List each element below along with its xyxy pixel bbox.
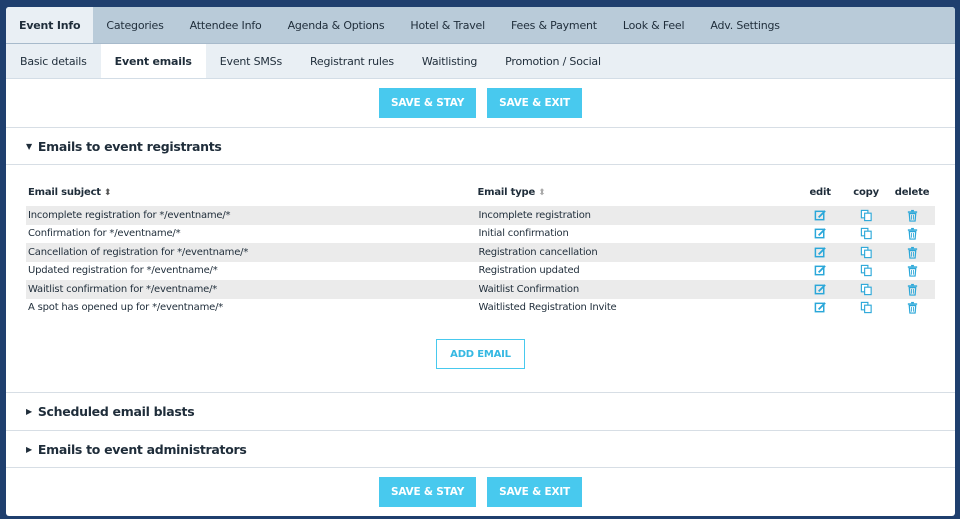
edit-icon[interactable] bbox=[797, 246, 843, 259]
section-blasts-title: Scheduled email blasts bbox=[37, 404, 195, 419]
table-header: Email subject ⬍ Email type ⬍ edit copy del… bbox=[26, 183, 935, 201]
subtab-waitlisting[interactable]: Waitlisting bbox=[408, 44, 491, 78]
tab-categories[interactable]: Categories bbox=[93, 7, 176, 43]
tab-fees-payment[interactable]: Fees & Payment bbox=[498, 7, 610, 43]
cell-email-subject: A spot has opened up for */eventname/* bbox=[28, 302, 224, 314]
tab-agenda-options[interactable]: Agenda & Options bbox=[275, 7, 398, 43]
header-delete: delete bbox=[894, 186, 930, 198]
sort-icon: ⬍ bbox=[538, 187, 546, 198]
caret-down-icon: ▼ bbox=[26, 141, 32, 151]
caret-right-icon: ▶ bbox=[26, 444, 32, 454]
save-exit-button[interactable]: SAVE & EXIT bbox=[487, 477, 583, 507]
tab-hotel-travel[interactable]: Hotel & Travel bbox=[397, 7, 498, 43]
cell-email-type: Registration updated bbox=[478, 265, 580, 277]
table-row: Cancellation of registration for */event… bbox=[26, 243, 935, 262]
subtab-event-emails[interactable]: Event emails bbox=[100, 44, 206, 78]
bottom-button-row: SAVE & STAY SAVE & EXIT bbox=[6, 468, 955, 516]
table-row: A spot has opened up for */eventname/* Wa… bbox=[26, 299, 935, 318]
edit-icon[interactable] bbox=[797, 283, 843, 296]
delete-icon[interactable] bbox=[889, 209, 935, 222]
table-body: Incomplete registration for */eventname/… bbox=[26, 206, 935, 317]
copy-icon[interactable] bbox=[843, 227, 889, 240]
edit-icon[interactable] bbox=[797, 209, 843, 222]
table-row: Confirmation for */eventname/* Initial co… bbox=[26, 225, 935, 244]
tab-event-info[interactable]: Event Info bbox=[6, 7, 94, 43]
section-registrants-header[interactable]: ▼ Emails to event registrants bbox=[6, 127, 955, 165]
subtab-promotion-social[interactable]: Promotion / Social bbox=[491, 44, 615, 78]
top-button-row: SAVE & STAY SAVE & EXIT bbox=[6, 79, 955, 127]
copy-icon[interactable] bbox=[843, 209, 889, 222]
save-stay-button[interactable]: SAVE & STAY bbox=[378, 88, 477, 118]
cell-email-type: Registration cancellation bbox=[478, 246, 598, 258]
save-exit-button[interactable]: SAVE & EXIT bbox=[487, 88, 583, 118]
app-window: Event Info Categories Attendee Info Agen… bbox=[6, 7, 955, 516]
add-email-button[interactable]: ADD EMAIL bbox=[436, 339, 525, 369]
cell-email-subject: Confirmation for */eventname/* bbox=[28, 228, 181, 240]
delete-icon[interactable] bbox=[889, 301, 935, 314]
header-edit: edit bbox=[809, 186, 831, 198]
cell-email-type: Waitlist Confirmation bbox=[478, 283, 580, 295]
tab-look-feel[interactable]: Look & Feel bbox=[610, 7, 697, 43]
section-registrants-title: Emails to event registrants bbox=[37, 138, 222, 154]
subtab-registrant-rules[interactable]: Registrant rules bbox=[296, 44, 408, 78]
copy-icon[interactable] bbox=[843, 301, 889, 314]
cell-email-subject: Cancellation of registration for */event… bbox=[28, 246, 249, 258]
tab-adv-settings[interactable]: Adv. Settings bbox=[697, 7, 792, 43]
section-admins-title: Emails to event administrators bbox=[37, 441, 247, 457]
delete-icon[interactable] bbox=[889, 264, 935, 277]
delete-icon[interactable] bbox=[889, 246, 935, 259]
copy-icon[interactable] bbox=[843, 246, 889, 259]
edit-icon[interactable] bbox=[797, 264, 843, 277]
email-table: Email subject ⬍ Email type ⬍ edit copy del… bbox=[6, 165, 955, 392]
delete-icon[interactable] bbox=[889, 227, 935, 240]
cell-email-subject: Updated registration for */eventname/* bbox=[28, 265, 218, 277]
section-blasts-header[interactable]: ▶ Scheduled email blasts bbox=[6, 392, 955, 430]
sort-icon: ⬍ bbox=[103, 187, 112, 198]
cell-email-type: Incomplete registration bbox=[478, 209, 591, 221]
table-row: Waitlist confirmation for */eventname/* W… bbox=[26, 280, 935, 299]
subtab-event-smss[interactable]: Event SMSs bbox=[206, 44, 296, 78]
cell-email-type: Initial confirmation bbox=[478, 228, 569, 240]
add-email-row: ADD EMAIL bbox=[26, 339, 935, 369]
delete-icon[interactable] bbox=[889, 283, 935, 296]
table-row: Incomplete registration for */eventname/… bbox=[26, 206, 935, 225]
cell-email-subject: Waitlist confirmation for */eventname/* bbox=[28, 283, 218, 295]
subtab-basic-details[interactable]: Basic details bbox=[6, 44, 101, 78]
table-row: Updated registration for */eventname/* Re… bbox=[26, 262, 935, 281]
edit-icon[interactable] bbox=[797, 301, 843, 314]
section-admins-header[interactable]: ▶ Emails to event administrators bbox=[6, 430, 955, 468]
header-copy: copy bbox=[853, 186, 879, 198]
cell-email-subject: Incomplete registration for */eventname/… bbox=[28, 209, 231, 221]
copy-icon[interactable] bbox=[843, 283, 889, 296]
main-tab-bar: Event Info Categories Attendee Info Agen… bbox=[6, 7, 955, 44]
copy-icon[interactable] bbox=[843, 264, 889, 277]
edit-icon[interactable] bbox=[797, 227, 843, 240]
tab-attendee-info[interactable]: Attendee Info bbox=[177, 7, 275, 43]
cell-email-type: Waitlisted Registration Invite bbox=[478, 302, 617, 314]
caret-right-icon: ▶ bbox=[26, 407, 32, 416]
header-email-subject[interactable]: Email subject ⬍ bbox=[26, 187, 478, 198]
sub-tab-bar: Basic details Event emails Event SMSs Re… bbox=[6, 44, 955, 79]
save-stay-button[interactable]: SAVE & STAY bbox=[378, 477, 477, 507]
header-email-type[interactable]: Email type ⬍ bbox=[478, 187, 798, 198]
